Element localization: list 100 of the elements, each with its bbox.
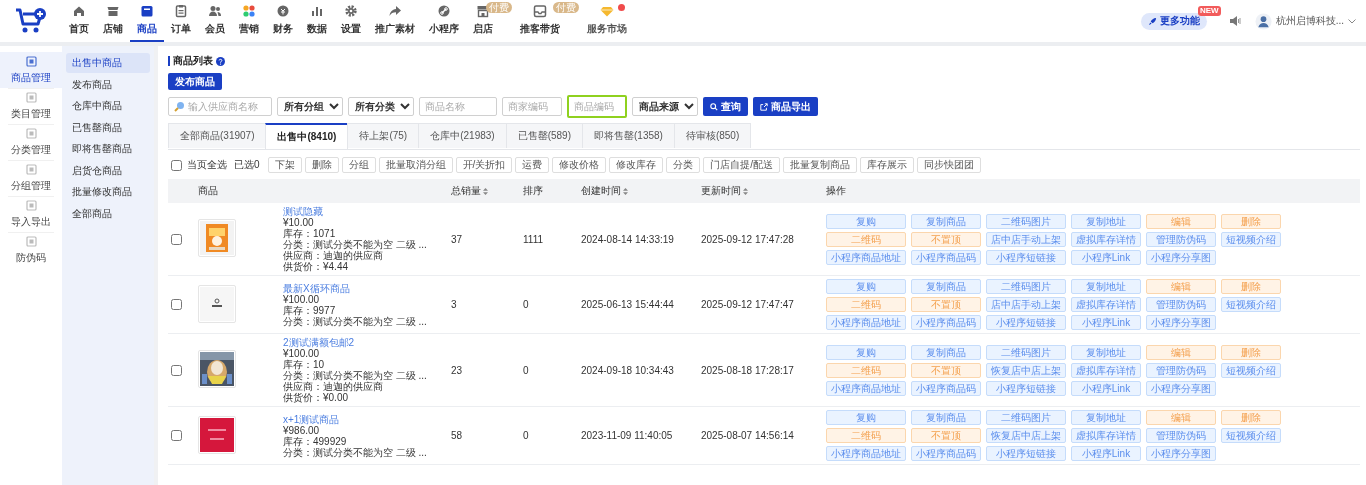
action-button[interactable]: 不置顶 <box>911 297 981 312</box>
product-link[interactable]: 测试隐藏 <box>283 206 427 217</box>
sub-nav-item[interactable]: 已售罄商品 <box>66 117 150 138</box>
nav-item[interactable]: 会员 <box>198 0 232 42</box>
action-button[interactable]: 小程序商品码 <box>911 249 981 265</box>
nav-item[interactable]: 数据 <box>300 0 334 42</box>
action-button[interactable]: 复制商品 <box>911 213 981 229</box>
action-button[interactable]: 恢复店中店上架 <box>986 428 1066 443</box>
action-button[interactable]: 不置顶 <box>911 362 981 378</box>
batch-action-button[interactable]: 修改价格 <box>552 157 607 173</box>
product-link[interactable]: 2测试满额包邮2 <box>283 337 427 348</box>
action-button[interactable]: 二维码 <box>826 297 906 312</box>
action-button[interactable]: 二维码 <box>826 231 906 247</box>
action-button[interactable]: 复制地址 <box>1071 279 1141 294</box>
sub-nav-item[interactable]: 仓库中商品 <box>66 96 150 116</box>
batch-action-button[interactable]: 修改库存 <box>609 157 664 173</box>
nav-item[interactable]: 首页 <box>62 0 96 42</box>
action-button[interactable]: 小程序短链接 <box>986 315 1066 330</box>
action-button[interactable]: 二维码图片 <box>986 410 1066 425</box>
action-button[interactable]: 短视频介绍 <box>1221 428 1281 443</box>
action-button[interactable]: 二维码图片 <box>986 279 1066 294</box>
dropdown-select[interactable]: 所有分组 <box>277 97 343 116</box>
tab[interactable]: 仓库中(21983) <box>418 123 507 148</box>
action-button[interactable]: 小程序商品地址 <box>826 380 906 396</box>
action-button[interactable]: 短视频介绍 <box>1221 362 1281 378</box>
side-nav-item[interactable]: 防伪码 <box>0 232 62 268</box>
action-button[interactable]: 小程序分享图 <box>1146 380 1216 396</box>
action-button[interactable]: 小程序商品码 <box>911 380 981 396</box>
tab[interactable]: 全部商品(31907) <box>168 123 267 148</box>
more-features-button[interactable]: 更多功能 <box>1140 12 1207 30</box>
action-button[interactable]: 复购 <box>826 279 906 294</box>
nav-item[interactable]: 营销 <box>232 0 266 42</box>
product-link[interactable]: 最新X循环商品 <box>283 282 427 294</box>
batch-action-button[interactable]: 开/关折扣 <box>455 157 513 173</box>
action-button[interactable]: 小程序Link <box>1071 446 1141 461</box>
batch-action-button[interactable]: 批量取消分组 <box>378 157 453 173</box>
action-button[interactable]: 复购 <box>826 410 906 425</box>
action-button[interactable]: 删除 <box>1221 410 1281 425</box>
nav-item[interactable]: 服务市场 <box>580 0 634 42</box>
action-button[interactable]: 复制商品 <box>911 410 981 425</box>
tab[interactable]: 出售中(8410) <box>265 123 349 149</box>
action-button[interactable]: 复制地址 <box>1071 410 1141 425</box>
action-button[interactable]: 二维码 <box>826 428 906 443</box>
action-button[interactable]: 虚拟库存详情 <box>1071 362 1141 378</box>
action-button[interactable]: 二维码 <box>826 362 906 378</box>
nav-item[interactable]: 付费 启店 <box>466 0 513 42</box>
dropdown-select[interactable]: 商品来源 <box>632 97 698 116</box>
action-button[interactable]: 虚拟库存详情 <box>1071 428 1141 443</box>
batch-action-button[interactable]: 批量复制商品 <box>783 157 858 173</box>
supplier-search-field[interactable]: 输入供应商名称 <box>168 97 272 116</box>
sub-nav-item[interactable]: 批量修改商品 <box>66 182 150 202</box>
checkbox[interactable] <box>171 364 182 376</box>
account-menu[interactable]: 杭州启博科技... <box>1254 12 1356 30</box>
action-button[interactable]: 删除 <box>1221 279 1281 294</box>
side-nav-item[interactable]: 分组管理 <box>0 160 62 196</box>
action-button[interactable]: 复制商品 <box>911 344 981 360</box>
action-button[interactable]: 小程序短链接 <box>986 380 1066 396</box>
tab[interactable]: 即将售罄(1358) <box>582 123 675 148</box>
action-button[interactable]: 店中店手动上架 <box>986 297 1066 312</box>
nav-item[interactable]: 商品 <box>130 0 164 42</box>
checkbox[interactable] <box>171 159 182 171</box>
action-button[interactable]: 小程序短链接 <box>986 249 1066 265</box>
action-button[interactable]: 编辑 <box>1146 279 1216 294</box>
action-button[interactable]: 小程序商品码 <box>911 446 981 461</box>
batch-action-button[interactable]: 运费 <box>515 157 550 173</box>
action-button[interactable]: 二维码图片 <box>986 213 1066 229</box>
batch-action-button[interactable]: 删除 <box>304 157 339 173</box>
batch-action-button[interactable]: 分类 <box>666 157 701 173</box>
action-button[interactable]: 复制地址 <box>1071 213 1141 229</box>
side-nav-item[interactable]: 分类管理 <box>0 124 62 160</box>
action-button[interactable]: 小程序商品地址 <box>826 446 906 461</box>
action-button[interactable]: 小程序短链接 <box>986 446 1066 461</box>
action-button[interactable]: 管理防伪码 <box>1146 428 1216 443</box>
action-button[interactable]: 小程序Link <box>1071 315 1141 330</box>
sub-nav-item[interactable]: 出售中商品 <box>66 53 150 73</box>
nav-item[interactable]: 设置 <box>334 0 368 42</box>
action-button[interactable]: 短视频介绍 <box>1221 297 1281 312</box>
side-nav-item[interactable]: 类目管理 <box>0 88 62 124</box>
action-button[interactable]: 小程序商品地址 <box>826 315 906 330</box>
sub-nav-item[interactable]: 全部商品 <box>66 203 150 224</box>
action-button[interactable]: 编辑 <box>1146 344 1216 360</box>
nav-item[interactable]: 付费 推客带货 <box>513 0 580 42</box>
nav-item[interactable]: 财务 <box>266 0 300 42</box>
action-button[interactable]: 小程序Link <box>1071 380 1141 396</box>
batch-action-button[interactable]: 库存展示 <box>860 157 915 173</box>
export-button[interactable]: 商品导出 <box>753 97 818 116</box>
checkbox[interactable] <box>171 233 182 245</box>
tab[interactable]: 待审核(850) <box>673 123 752 148</box>
action-button[interactable]: 复制商品 <box>911 279 981 294</box>
action-button[interactable]: 恢复店中店上架 <box>986 362 1066 378</box>
action-button[interactable]: 复购 <box>826 213 906 229</box>
action-button[interactable]: 管理防伪码 <box>1146 297 1216 312</box>
sub-nav-item[interactable]: 发布商品 <box>66 74 150 95</box>
action-button[interactable]: 复制地址 <box>1071 344 1141 360</box>
action-button[interactable]: 不置顶 <box>911 231 981 247</box>
batch-action-button[interactable]: 分组 <box>341 157 376 173</box>
dropdown-select[interactable]: 所有分类 <box>348 97 414 116</box>
side-nav-item[interactable]: 商品管理 <box>0 52 62 88</box>
column-header[interactable]: 更新时间 <box>701 184 741 198</box>
action-button[interactable]: 小程序商品码 <box>911 315 981 330</box>
